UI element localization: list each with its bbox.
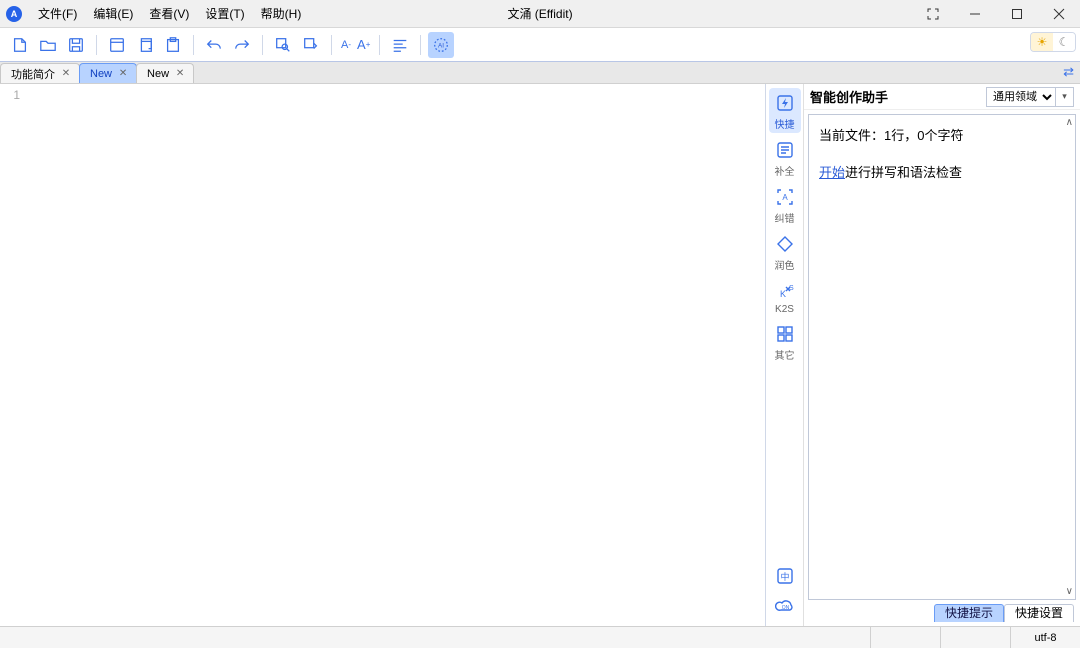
menu-view[interactable]: 查看(V) [143, 3, 195, 24]
text-editor[interactable] [28, 84, 765, 626]
line-gutter: 1 [0, 84, 28, 626]
open-file-button[interactable] [35, 32, 61, 58]
tab-label: New [147, 68, 169, 80]
menu-file[interactable]: 文件(F) [32, 3, 83, 24]
scan-text-icon: A [774, 186, 796, 208]
lightning-icon [774, 92, 796, 114]
cloud-sync-button[interactable]: ON [773, 594, 797, 618]
svg-text:S: S [789, 285, 794, 292]
k2s-icon: KS [774, 280, 796, 302]
rail-label: 润色 [775, 257, 795, 272]
close-icon[interactable]: ✕ [118, 68, 128, 79]
ai-panel-button[interactable]: AI [428, 32, 454, 58]
font-increase-button[interactable]: A+ [355, 32, 372, 58]
chevron-down-icon[interactable]: ▾ [1056, 87, 1074, 107]
tab-label: New [90, 68, 112, 80]
status-cell-1 [870, 627, 940, 648]
rail-k2s[interactable]: KS K2S [769, 276, 801, 317]
maximize-button[interactable] [996, 0, 1038, 27]
paste-button[interactable] [160, 32, 186, 58]
assistant-rail: 快捷 补全 A 纠错 润色 KS K2S 其它 中 ON [766, 84, 804, 626]
window-title: 文涌 (Effidit) [507, 5, 572, 22]
moon-icon[interactable]: ☾ [1053, 33, 1075, 51]
menu-help[interactable]: 帮助(H) [255, 3, 308, 24]
start-link[interactable]: 开始 [819, 165, 845, 180]
cut-button[interactable] [104, 32, 130, 58]
tab-quick-settings[interactable]: 快捷设置 [1004, 604, 1074, 622]
copy-button[interactable] [132, 32, 158, 58]
font-decrease-button[interactable]: A- [339, 32, 353, 58]
rail-quick[interactable]: 快捷 [769, 88, 801, 133]
svg-text:A: A [782, 193, 788, 202]
menu-bar: 文件(F) 编辑(E) 查看(V) 设置(T) 帮助(H) [32, 3, 307, 24]
assistant-panel: 智能创作助手 通用领域 ▾ ∧ 当前文件：1行，0个字符 开始进行拼写和语法检查… [804, 84, 1080, 626]
rail-other[interactable]: 其它 [769, 319, 801, 364]
status-bar: utf-8 [0, 626, 1080, 648]
rail-label: 补全 [775, 163, 795, 178]
title-bar: A 文件(F) 编辑(E) 查看(V) 设置(T) 帮助(H) 文涌 (Effi… [0, 0, 1080, 28]
undo-button[interactable] [201, 32, 227, 58]
fullscreen-button[interactable] [912, 0, 954, 27]
assistant-tabs: 快捷提示 快捷设置 [804, 604, 1080, 626]
window-controls [912, 0, 1080, 27]
diamond-icon [774, 233, 796, 255]
rail-correct[interactable]: A 纠错 [769, 182, 801, 227]
rail-polish[interactable]: 润色 [769, 229, 801, 274]
close-icon[interactable]: ✕ [61, 68, 71, 79]
scroll-up-icon[interactable]: ∧ [1066, 117, 1073, 128]
tab-new-1[interactable]: New ✕ [79, 63, 137, 83]
save-file-button[interactable] [63, 32, 89, 58]
tab-new-2[interactable]: New ✕ [136, 63, 194, 83]
rail-label: 其它 [775, 347, 795, 362]
new-file-button[interactable] [7, 32, 33, 58]
replace-button[interactable] [298, 32, 324, 58]
close-icon[interactable]: ✕ [175, 68, 185, 79]
line-number: 1 [0, 88, 20, 102]
editor-pane: 1 [0, 84, 766, 626]
sun-icon[interactable]: ☀ [1031, 33, 1053, 51]
language-button[interactable]: 中 [773, 564, 797, 588]
scroll-down-icon[interactable]: ∨ [1066, 586, 1073, 597]
status-cell-2 [940, 627, 1010, 648]
menu-settings[interactable]: 设置(T) [199, 3, 250, 24]
align-button[interactable] [387, 32, 413, 58]
toolbar: A- A+ AI ☀ ☾ [0, 28, 1080, 62]
close-button[interactable] [1038, 0, 1080, 27]
domain-select[interactable]: 通用领域 [986, 87, 1056, 107]
minimize-button[interactable] [954, 0, 996, 27]
menu-edit[interactable]: 编辑(E) [87, 3, 139, 24]
grid-icon [774, 323, 796, 345]
status-encoding: utf-8 [1010, 627, 1080, 648]
rail-label: K2S [775, 304, 794, 315]
svg-text:ON: ON [781, 605, 789, 611]
svg-text:K: K [780, 289, 786, 299]
find-button[interactable] [270, 32, 296, 58]
workspace: 1 快捷 补全 A 纠错 润色 KS K2S 其它 中 [0, 84, 1080, 626]
app-logo: A [6, 6, 22, 22]
tab-quick-hint[interactable]: 快捷提示 [934, 604, 1004, 622]
assistant-header: 智能创作助手 通用领域 ▾ [804, 84, 1080, 110]
svg-text:中: 中 [780, 571, 789, 582]
rail-label: 纠错 [775, 210, 795, 225]
theme-toggle[interactable]: ☀ ☾ [1030, 32, 1076, 52]
tab-intro[interactable]: 功能简介 ✕ [0, 63, 80, 83]
rail-complete[interactable]: 补全 [769, 135, 801, 180]
rail-label: 快捷 [775, 116, 795, 131]
redo-button[interactable] [229, 32, 255, 58]
tab-label: 功能简介 [11, 66, 55, 82]
file-info-text: 当前文件：1行，0个字符 [819, 125, 1065, 144]
grammar-check-text: 进行拼写和语法检查 [845, 165, 962, 180]
lines-icon [774, 139, 796, 161]
assistant-title: 智能创作助手 [810, 87, 888, 106]
svg-text:AI: AI [438, 42, 444, 49]
compare-icon[interactable]: ⇄ [1063, 64, 1074, 80]
grammar-check-line: 开始进行拼写和语法检查 [819, 162, 1065, 181]
document-tab-bar: 功能简介 ✕ New ✕ New ✕ ⇄ [0, 62, 1080, 84]
assistant-body: ∧ 当前文件：1行，0个字符 开始进行拼写和语法检查 ∨ [808, 114, 1076, 600]
